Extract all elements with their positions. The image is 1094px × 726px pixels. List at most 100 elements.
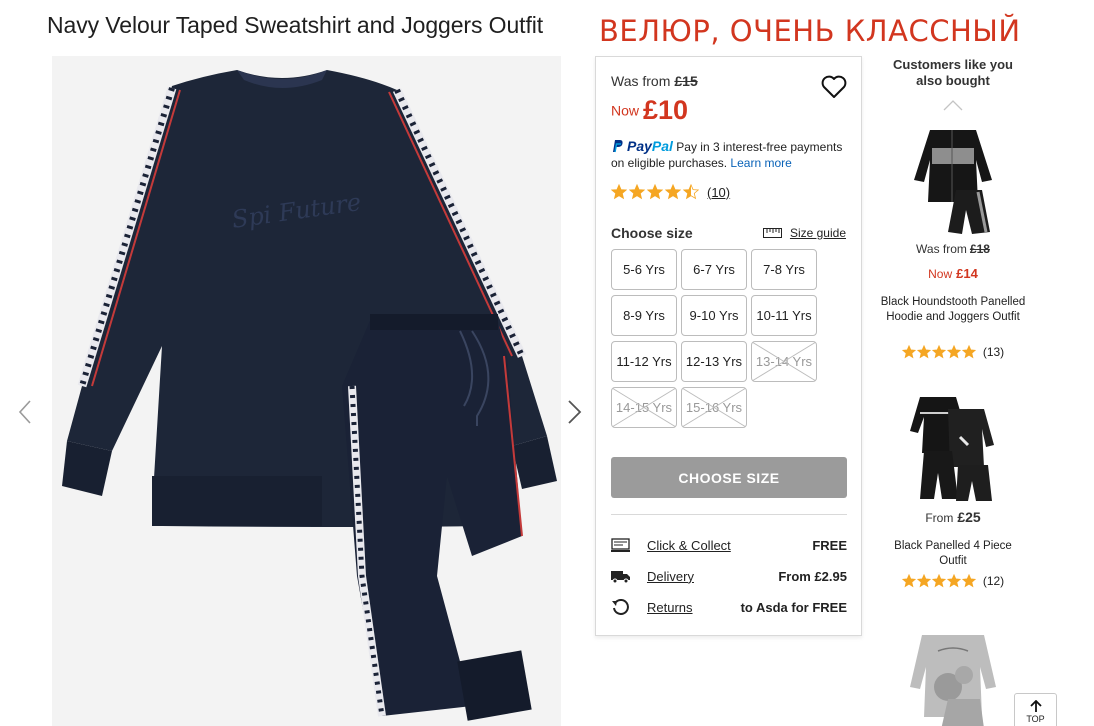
size-option-button[interactable]: 11-12 Yrs <box>611 341 677 382</box>
star-icon <box>901 574 916 588</box>
star-icon <box>961 574 976 588</box>
ruler-icon <box>762 228 782 238</box>
rec-item-from-price: From £25 <box>880 509 1026 525</box>
rec-from-value: £25 <box>957 509 981 525</box>
size-option-label: 12-13 Yrs <box>685 354 743 369</box>
star-icon <box>611 184 627 200</box>
size-option-button[interactable]: 14-15 Yrs <box>611 387 677 428</box>
product-image[interactable]: Spi Future <box>52 56 561 726</box>
unavailable-cross-icon <box>682 388 746 427</box>
rec-item-name[interactable]: Black Houndstooth Panelled Hoodie and Jo… <box>880 295 1026 324</box>
rec-item-rating: (12) <box>880 574 1026 588</box>
arrow-up-icon <box>1029 700 1042 712</box>
click-collect-value: FREE <box>812 537 847 553</box>
service-click-collect: Click & Collect FREE <box>611 535 847 555</box>
paypal-logo-icon <box>613 140 623 153</box>
rec-item-was-price: Was from £18 <box>880 242 1026 256</box>
delivery-truck-icon <box>611 571 630 584</box>
returns-value: to Asda for FREE <box>740 599 847 615</box>
rec-review-count: (13) <box>982 345 1005 359</box>
size-guide-label[interactable]: Size guide <box>790 226 846 240</box>
delivery-value: From £2.95 <box>778 568 847 584</box>
previous-image-arrow-icon[interactable] <box>14 395 38 429</box>
unavailable-cross-icon <box>612 388 676 427</box>
star-icon <box>931 574 946 588</box>
next-image-arrow-icon[interactable] <box>563 395 587 429</box>
was-label: Was from <box>611 73 671 89</box>
review-count[interactable]: (10) <box>707 185 730 200</box>
star-icon <box>683 184 699 200</box>
rec-now-label: Now <box>928 267 953 281</box>
size-option-button[interactable]: 6-7 Yrs <box>681 249 747 290</box>
rec-rating-stars <box>901 345 977 359</box>
size-option-button[interactable]: 12-13 Yrs <box>681 341 747 382</box>
carousel-up-chevron-icon[interactable] <box>943 98 963 111</box>
paypal-message: PayPal Pay in 3 interest-free payments o… <box>611 138 856 171</box>
star-icon <box>916 574 931 588</box>
returns-link[interactable]: Returns <box>647 600 693 615</box>
size-option-label: 9-10 Yrs <box>689 308 739 323</box>
size-option-label: 8-9 Yrs <box>623 308 665 323</box>
star-icon <box>946 574 961 588</box>
delivery-link[interactable]: Delivery <box>647 569 694 584</box>
now-price: £10 <box>643 95 689 125</box>
choose-size-label: Choose size <box>611 225 693 241</box>
size-option-button[interactable]: 5-6 Yrs <box>611 249 677 290</box>
size-option-label: 6-7 Yrs <box>693 262 735 277</box>
size-option-button[interactable]: 7-8 Yrs <box>751 249 817 290</box>
paypal-logo-pay: Pay <box>627 138 652 154</box>
rec-from-label: From <box>925 511 954 525</box>
was-price-row: Was from £15 <box>611 73 698 89</box>
size-guide-link[interactable]: Size guide <box>762 226 846 240</box>
size-option-label: 11-12 Yrs <box>616 354 672 369</box>
product-rating[interactable]: (10) <box>611 184 730 200</box>
service-returns: Returns to Asda for FREE <box>611 597 847 617</box>
rec-item-rating: (13) <box>880 345 1026 359</box>
star-icon <box>961 345 976 359</box>
size-option-button[interactable]: 9-10 Yrs <box>681 295 747 336</box>
size-option-button[interactable]: 8-9 Yrs <box>611 295 677 336</box>
rec-item-name[interactable]: Black Panelled 4 Piece Outfit <box>880 539 1026 568</box>
rec-now-value: £14 <box>956 266 978 281</box>
size-option-button[interactable]: 13-14 Yrs <box>751 341 817 382</box>
click-collect-icon <box>611 538 630 552</box>
paypal-learn-more-link[interactable]: Learn more <box>730 156 791 170</box>
joggers-illustration <box>342 314 532 721</box>
paypal-logo-pal: Pal <box>651 138 673 154</box>
rating-stars <box>611 184 701 200</box>
size-option-label: 10-11 Yrs <box>756 308 812 323</box>
star-icon <box>931 345 946 359</box>
now-price-row: Now £10 <box>611 95 688 126</box>
unavailable-cross-icon <box>752 342 816 381</box>
star-icon <box>629 184 645 200</box>
buy-box: Was from £15 Now £10 PayPal Pay in 3 inter… <box>595 56 862 636</box>
rec-was-value: £18 <box>969 242 990 256</box>
rec-item-image[interactable] <box>908 120 998 236</box>
star-icon <box>901 345 916 359</box>
returns-icon <box>612 599 629 615</box>
size-option-button[interactable]: 15-16 Yrs <box>681 387 747 428</box>
rec-item-image[interactable] <box>908 387 998 503</box>
rec-item-now-price: Now £14 <box>880 266 1026 281</box>
back-to-top-button[interactable]: TOP <box>1014 693 1057 726</box>
page-title: Navy Velour Taped Sweatshirt and Joggers… <box>47 12 544 38</box>
annotation-overlay-text: ВЕЛЮР, ОЧЕНЬ КЛАССНЫЙ <box>599 14 1021 48</box>
paypal-logo-text: PayPal <box>627 138 673 154</box>
review-count-link[interactable]: (10) <box>707 185 730 200</box>
click-collect-link[interactable]: Click & Collect <box>647 538 731 553</box>
star-icon <box>916 345 931 359</box>
now-label: Now <box>611 102 640 119</box>
recommendations-title: Customers like you also bought <box>893 57 1013 88</box>
size-option-label: 7-8 Yrs <box>763 262 805 277</box>
choose-size-button[interactable]: CHOOSE SIZE <box>611 457 847 498</box>
star-icon <box>665 184 681 200</box>
star-icon <box>946 345 961 359</box>
wishlist-heart-icon[interactable] <box>821 75 847 99</box>
was-price: £15 <box>674 73 698 89</box>
size-option-button[interactable]: 10-11 Yrs <box>751 295 817 336</box>
service-delivery: Delivery From £2.95 <box>611 566 847 586</box>
rec-item-image[interactable] <box>908 627 998 726</box>
size-option-label: 5-6 Yrs <box>623 262 665 277</box>
rec-was-label: Was from <box>916 242 967 256</box>
back-to-top-label: TOP <box>1026 714 1045 724</box>
